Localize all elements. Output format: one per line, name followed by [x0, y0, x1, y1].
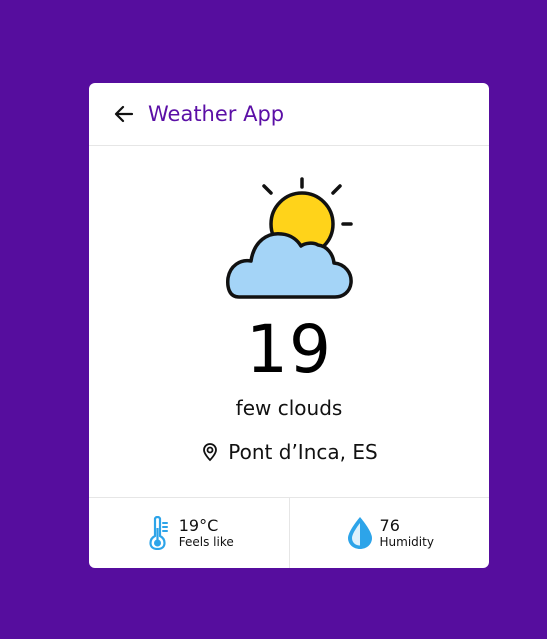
temperature: 19	[246, 311, 332, 388]
back-button[interactable]	[113, 103, 135, 125]
humidity-value: 76	[379, 516, 400, 535]
thermometer-icon	[149, 516, 168, 550]
location-pin-icon	[203, 443, 218, 462]
header: Weather App	[89, 83, 489, 146]
humidity-label: Humidity	[379, 535, 434, 549]
location-label: Pont d’Inca, ES	[228, 440, 378, 464]
water-drop-icon	[347, 517, 372, 549]
humidity-stat: 76 Humidity	[288, 498, 490, 568]
app-title: Weather App	[148, 102, 285, 126]
weather-details: 19°C Feels like 76 Humidity	[89, 497, 489, 568]
feels-like-label: Feels like	[178, 535, 234, 549]
feels-like-stat: 19°C Feels like	[89, 498, 289, 568]
weather-description: few clouds	[235, 396, 343, 420]
location: Pont d’Inca, ES	[89, 440, 489, 464]
sun-behind-cloud-icon	[226, 177, 353, 299]
weather-main: 19 few clouds Pont d’Inca, ES	[89, 146, 489, 497]
weather-card: Weather App 19 few clouds Pont d’Inca, E…	[89, 83, 489, 568]
arrow-left-icon	[114, 105, 134, 123]
feels-like-value: 19°C	[178, 516, 219, 535]
